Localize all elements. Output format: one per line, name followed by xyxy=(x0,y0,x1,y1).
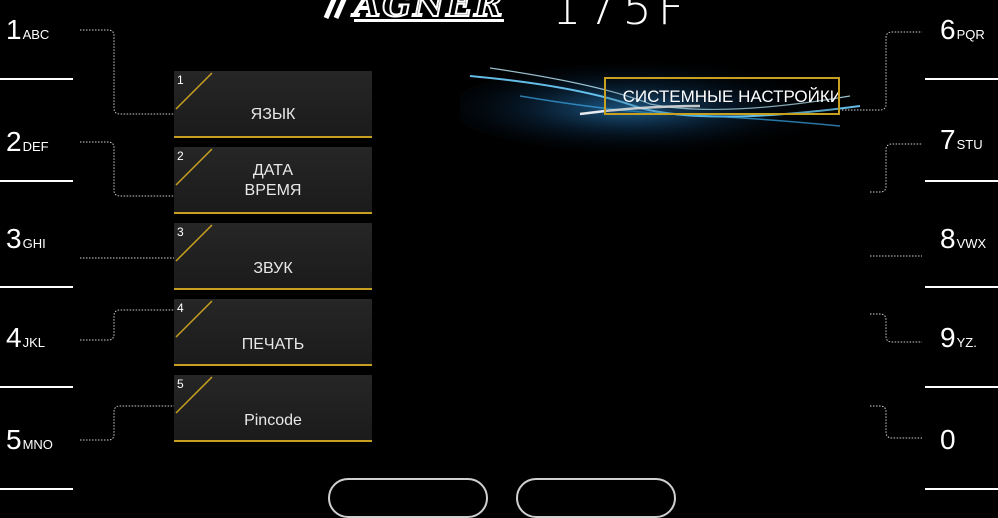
key-1-number: 1 xyxy=(6,14,22,45)
key-9-number: 9 xyxy=(940,322,956,353)
key-1[interactable]: 1 ABC xyxy=(6,16,49,44)
bottom-left-soft-button[interactable] xyxy=(328,478,488,518)
left-separator xyxy=(0,488,73,490)
menu-item-index: 5 xyxy=(177,377,184,391)
key-1-letters: ABC xyxy=(22,27,50,42)
left-separator xyxy=(0,180,73,182)
menu-item-index: 3 xyxy=(177,225,184,239)
menu-item-label: ДАТА ВРЕМЯ xyxy=(244,162,302,199)
screen-title-box: СИСТЕМНЫЕ НАСТРОЙКИ xyxy=(604,77,840,115)
key-6[interactable]: 6 PQR xyxy=(940,16,985,44)
menu-item-label: ЯЗЫК xyxy=(250,106,296,123)
menu-item-print[interactable]: 4 ПЕЧАТЬ xyxy=(174,299,372,366)
menu-item-pincode[interactable]: 5 Pincode xyxy=(174,375,372,442)
key-7[interactable]: 7 STU xyxy=(940,126,983,154)
menu-item-label: ПЕЧАТЬ xyxy=(241,336,305,353)
key-2-number: 2 xyxy=(6,126,22,157)
key-4[interactable]: 4 JKL xyxy=(6,324,45,352)
key-4-number: 4 xyxy=(6,322,22,353)
key-0[interactable]: 0 xyxy=(940,426,957,454)
screen-title: СИСТЕМНЫЕ НАСТРОЙКИ xyxy=(622,87,840,106)
key-4-letters: JKL xyxy=(22,335,45,350)
menu-item-date-time[interactable]: 2 ДАТА ВРЕМЯ xyxy=(174,147,372,214)
brand-logo-graphic: AGNER xyxy=(323,0,504,26)
menu-item-label: Pincode xyxy=(244,412,302,429)
left-connector-lines xyxy=(80,29,174,441)
menu-item-sound[interactable]: 3 ЗВУК xyxy=(174,223,372,290)
right-connector-lines xyxy=(842,31,922,439)
left-separator xyxy=(0,78,73,80)
key-2-letters: DEF xyxy=(22,139,49,154)
menu-item-index: 1 xyxy=(177,73,184,87)
key-0-number: 0 xyxy=(940,424,956,455)
key-3[interactable]: 3 GHI xyxy=(6,225,46,253)
key-8-number: 8 xyxy=(940,223,956,254)
key-6-letters: PQR xyxy=(956,27,985,42)
bottom-right-soft-button[interactable] xyxy=(516,478,676,518)
key-7-number: 7 xyxy=(940,124,956,155)
key-6-number: 6 xyxy=(940,14,956,45)
key-3-number: 3 xyxy=(6,223,22,254)
key-5-number: 5 xyxy=(6,424,22,455)
model-number: 175F xyxy=(552,0,691,35)
key-5[interactable]: 5 MNO xyxy=(6,426,53,454)
key-2[interactable]: 2 DEF xyxy=(6,128,49,156)
key-5-letters: MNO xyxy=(22,437,53,452)
key-9[interactable]: 9 YZ. xyxy=(940,324,977,352)
brand-logo: AGNER xyxy=(318,0,536,30)
menu-item-label: ЗВУК xyxy=(253,260,293,277)
menu-item-index: 4 xyxy=(177,301,184,315)
key-9-letters: YZ. xyxy=(956,335,977,350)
key-7-letters: STU xyxy=(956,137,983,152)
left-separator xyxy=(0,386,73,388)
menu-item-language[interactable]: 1 ЯЗЫК xyxy=(174,71,372,138)
left-separator xyxy=(0,286,73,288)
key-8[interactable]: 8 VWX xyxy=(940,225,986,253)
key-3-letters: GHI xyxy=(22,236,46,251)
key-8-letters: VWX xyxy=(956,236,987,251)
